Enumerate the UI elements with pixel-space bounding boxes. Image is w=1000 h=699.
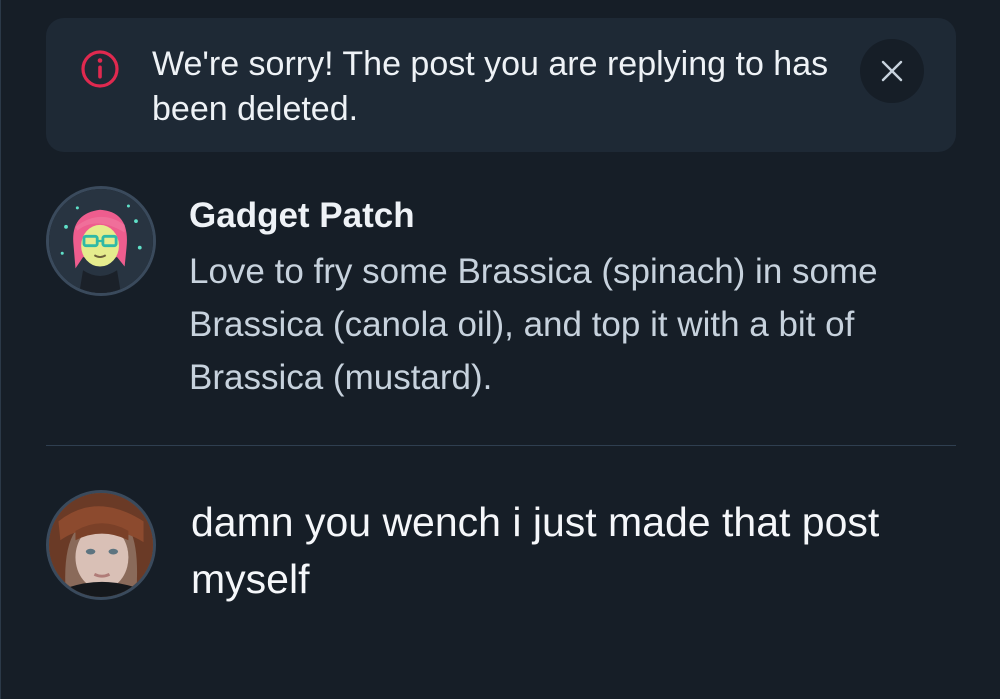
close-icon [881,60,903,82]
reply-text-input[interactable]: damn you wench i just made that post mys… [191,494,931,608]
dismiss-notice-button[interactable] [860,39,924,103]
divider [46,445,956,446]
cartoon-avatar-image [49,189,153,293]
quoted-author-name[interactable]: Gadget Patch [189,194,415,238]
reply-composer: We're sorry! The post you are replying t… [0,0,1000,699]
quoted-post-text: Love to fry some Brassica (spinach) in s… [189,252,878,397]
info-circle-icon [81,50,119,88]
notice-message: We're sorry! The post you are replying t… [152,45,829,128]
photo-avatar-image [49,493,153,597]
current-user-avatar [46,490,156,600]
author-avatar[interactable] [46,186,156,296]
deleted-post-notice: We're sorry! The post you are replying t… [46,18,956,152]
reply-area: damn you wench i just made that post mys… [46,490,956,630]
quoted-post: Gadget Patch Love to fry some Brassica (… [46,186,956,416]
